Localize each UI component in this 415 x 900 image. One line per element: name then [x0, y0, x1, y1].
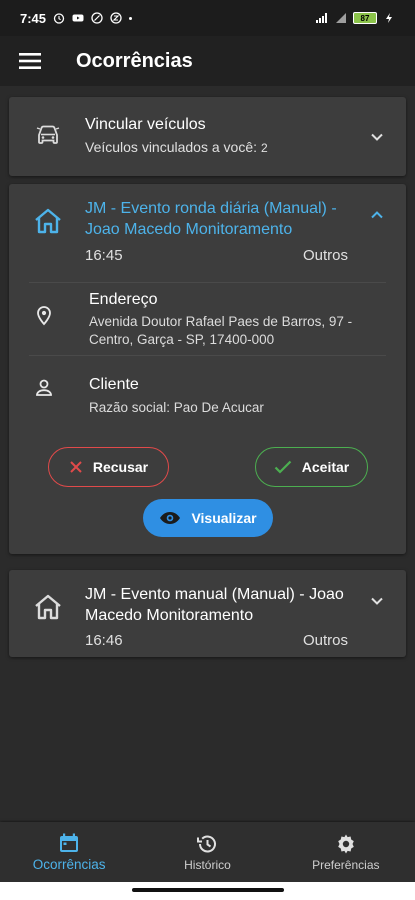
home-icon — [33, 206, 63, 236]
signal-icon — [316, 13, 327, 23]
occurrence-card-expanded[interactable]: JM - Evento ronda diária (Manual) - Joao… — [9, 184, 406, 554]
nav-item-ocorrencias[interactable]: Ocorrências — [0, 822, 138, 882]
client-value: Razão social: Pao De Acucar — [89, 400, 264, 415]
calendar-icon — [60, 833, 79, 852]
chevron-down-icon[interactable] — [368, 128, 386, 146]
car-icon — [33, 119, 63, 149]
nav-label: Preferências — [312, 857, 380, 872]
refuse-button-label: Recusar — [92, 459, 149, 475]
app-icon-2 — [110, 12, 122, 24]
hamburger-menu-icon — [19, 53, 41, 69]
location-pin-icon — [37, 306, 51, 326]
status-time: 7:45 — [20, 10, 47, 26]
app-icon-1 — [91, 12, 103, 24]
occurrence-type: Outros — [302, 247, 348, 264]
status-bar: 7:45 87 — [0, 0, 415, 36]
link-vehicles-title: Vincular veículos — [85, 116, 206, 133]
client-label: Cliente — [89, 376, 139, 393]
check-icon — [274, 460, 292, 474]
occurrence-time: 16:45 — [85, 247, 123, 264]
charging-icon — [386, 13, 392, 23]
linked-vehicles-subtitle: Veículos vinculados a você: 2 — [85, 139, 268, 155]
alarm-icon — [53, 13, 65, 24]
occurrence-card[interactable]: JM - Evento manual (Manual) - Joao Maced… — [9, 570, 406, 657]
battery-indicator: 87 — [353, 12, 377, 24]
accept-button-label: Aceitar — [301, 459, 350, 475]
eye-icon — [160, 512, 181, 524]
nav-label: Histórico — [184, 857, 231, 872]
app-bar: Ocorrências — [0, 36, 415, 86]
address-label: Endereço — [89, 291, 158, 308]
close-icon — [70, 461, 82, 473]
home-gesture-bar[interactable] — [132, 888, 284, 892]
view-button-label: Visualizar — [191, 510, 257, 526]
bottom-navigation: Ocorrências Histórico Preferências — [0, 822, 415, 882]
link-vehicles-card[interactable]: Vincular veículos Veículos vinculados a … — [9, 97, 406, 176]
occurrence-time: 16:46 — [85, 632, 123, 649]
history-icon — [197, 835, 217, 852]
person-icon — [36, 379, 52, 396]
address-value: Avenida Doutor Rafael Paes de Barros, 97… — [89, 314, 353, 347]
occurrence-title: JM - Evento ronda diária (Manual) - Joao… — [85, 200, 337, 238]
accept-button[interactable]: Aceitar — [255, 447, 368, 487]
chevron-down-icon[interactable] — [368, 592, 386, 610]
menu-button[interactable] — [0, 36, 60, 86]
page-title: Ocorrências — [76, 49, 193, 72]
signal-icon-2 — [336, 13, 346, 23]
view-button[interactable]: Visualizar — [143, 499, 273, 537]
youtube-icon — [72, 14, 84, 22]
refuse-button[interactable]: Recusar — [48, 447, 169, 487]
notification-dot-icon — [129, 16, 133, 20]
divider — [29, 355, 386, 356]
gear-icon — [338, 834, 354, 853]
divider — [29, 282, 386, 283]
nav-item-preferencias[interactable]: Preferências — [277, 822, 415, 882]
nav-item-historico[interactable]: Histórico — [138, 822, 276, 882]
occurrence-title: JM - Evento manual (Manual) - Joao Maced… — [85, 586, 344, 624]
gesture-area — [0, 882, 415, 900]
battery-level: 87 — [360, 13, 370, 23]
nav-label: Ocorrências — [32, 857, 106, 872]
chevron-up-icon[interactable] — [368, 206, 386, 224]
linked-vehicles-count: 2 — [261, 141, 268, 155]
home-icon — [33, 592, 63, 622]
linked-vehicles-label: Veículos vinculados a você: — [85, 139, 257, 155]
occurrence-type: Outros — [302, 632, 348, 649]
